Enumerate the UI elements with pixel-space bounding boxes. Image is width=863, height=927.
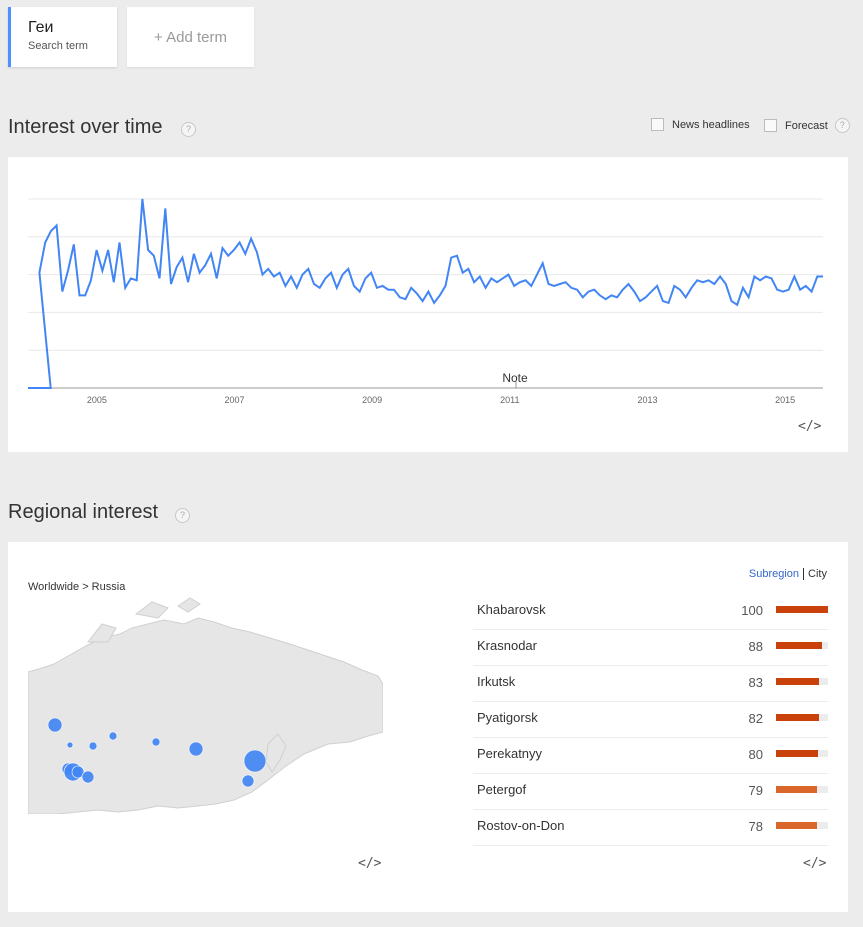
region-row[interactable]: Petergof 79 bbox=[473, 774, 828, 810]
region-value: 80 bbox=[748, 747, 763, 762]
regional-interest-title: Regional interest bbox=[8, 501, 159, 523]
x-tick-label: 2005 bbox=[87, 395, 107, 405]
x-tick-label: 2011 bbox=[500, 395, 519, 405]
region-value: 83 bbox=[748, 675, 763, 690]
region-name: Petergof bbox=[477, 782, 527, 797]
forecast-label: Forecast bbox=[785, 119, 828, 132]
region-value: 82 bbox=[748, 711, 763, 726]
breadcrumb[interactable]: Worldwide > Russia bbox=[28, 581, 125, 593]
map-bubble[interactable] bbox=[88, 741, 98, 751]
map-bubble[interactable] bbox=[66, 741, 74, 749]
region-bar bbox=[776, 714, 819, 721]
embed-code-icon[interactable]: </> bbox=[358, 856, 381, 871]
region-name: Pyatigorsk bbox=[477, 710, 538, 725]
region-value: 100 bbox=[741, 603, 763, 618]
map-bubble[interactable] bbox=[81, 770, 95, 784]
map-bubble[interactable] bbox=[151, 737, 161, 747]
x-tick-label: 2007 bbox=[224, 395, 244, 405]
region-bar bbox=[776, 642, 822, 649]
news-headlines-label: News headlines bbox=[672, 118, 750, 131]
interest-line-chart: 2005 2007 2009 2011 2013 2015 Note bbox=[28, 198, 823, 405]
subregion-city-toggle: Subregion City bbox=[748, 568, 827, 580]
region-bar-track bbox=[776, 822, 828, 829]
region-name: Rostov-on-Don bbox=[477, 818, 565, 833]
search-term-card[interactable]: Геи Search term bbox=[8, 7, 117, 67]
region-row[interactable]: Perekatnyy 80 bbox=[473, 738, 828, 774]
region-row[interactable]: Krasnodar 88 bbox=[473, 630, 828, 666]
x-tick-label: 2013 bbox=[637, 395, 657, 405]
region-bar bbox=[776, 678, 820, 685]
search-term-name: Геи bbox=[28, 19, 54, 36]
forecast-checkbox[interactable]: Forecast ? bbox=[764, 118, 850, 133]
region-name: Krasnodar bbox=[477, 638, 537, 653]
interest-chart-panel: 2005 2007 2009 2011 2013 2015 Note </> bbox=[8, 157, 848, 452]
help-icon[interactable]: ? bbox=[181, 122, 196, 137]
map-bubble[interactable] bbox=[243, 749, 267, 773]
regional-ranking-list: Khabarovsk 100 Krasnodar 88 Irkutsk 83 Pyatigo… bbox=[473, 594, 828, 846]
checkbox-icon bbox=[764, 119, 777, 132]
add-term-button[interactable]: + Add term bbox=[127, 7, 254, 67]
subregion-toggle[interactable]: Subregion bbox=[748, 568, 805, 580]
region-bar-track bbox=[776, 642, 828, 649]
region-name: Khabarovsk bbox=[477, 602, 546, 617]
region-row[interactable]: Irkutsk 83 bbox=[473, 666, 828, 702]
region-bar-track bbox=[776, 750, 828, 757]
region-bar bbox=[776, 786, 818, 793]
interest-series-line bbox=[28, 198, 823, 389]
embed-code-icon[interactable]: </> bbox=[798, 419, 821, 434]
region-row[interactable]: Rostov-on-Don 78 bbox=[473, 810, 828, 846]
region-bar-track bbox=[776, 786, 828, 793]
city-toggle[interactable]: City bbox=[804, 568, 827, 580]
region-value: 88 bbox=[748, 639, 763, 654]
help-icon[interactable]: ? bbox=[834, 118, 850, 133]
region-bar bbox=[776, 822, 817, 829]
help-icon[interactable]: ? bbox=[175, 508, 190, 523]
chart-note[interactable]: Note bbox=[502, 371, 528, 385]
interest-over-time-title: Interest over time bbox=[8, 116, 163, 138]
region-bar-track bbox=[776, 678, 828, 685]
x-tick-label: 2015 bbox=[775, 395, 795, 405]
region-bar-track bbox=[776, 606, 828, 613]
map-bubble[interactable] bbox=[241, 774, 255, 788]
region-map[interactable] bbox=[28, 594, 383, 814]
regional-interest-panel: Worldwide > Russia Subregion City Khabaro… bbox=[8, 542, 848, 912]
region-bar bbox=[776, 750, 818, 757]
map-bubble[interactable] bbox=[47, 717, 63, 733]
region-row[interactable]: Khabarovsk 100 bbox=[473, 594, 828, 630]
region-name: Perekatnyy bbox=[477, 746, 543, 761]
map-bubble[interactable] bbox=[108, 731, 118, 741]
region-value: 79 bbox=[748, 783, 763, 798]
embed-code-icon[interactable]: </> bbox=[803, 856, 826, 871]
search-term-label: Search term bbox=[28, 40, 88, 52]
checkbox-icon bbox=[651, 118, 664, 131]
x-tick-label: 2009 bbox=[362, 395, 382, 405]
region-name: Irkutsk bbox=[477, 674, 516, 689]
region-row[interactable]: Pyatigorsk 82 bbox=[473, 702, 828, 738]
map-bubble[interactable] bbox=[188, 741, 204, 757]
region-bar bbox=[776, 606, 828, 613]
region-bar-track bbox=[776, 714, 828, 721]
news-headlines-checkbox[interactable]: News headlines bbox=[651, 118, 750, 131]
region-value: 78 bbox=[748, 819, 763, 834]
